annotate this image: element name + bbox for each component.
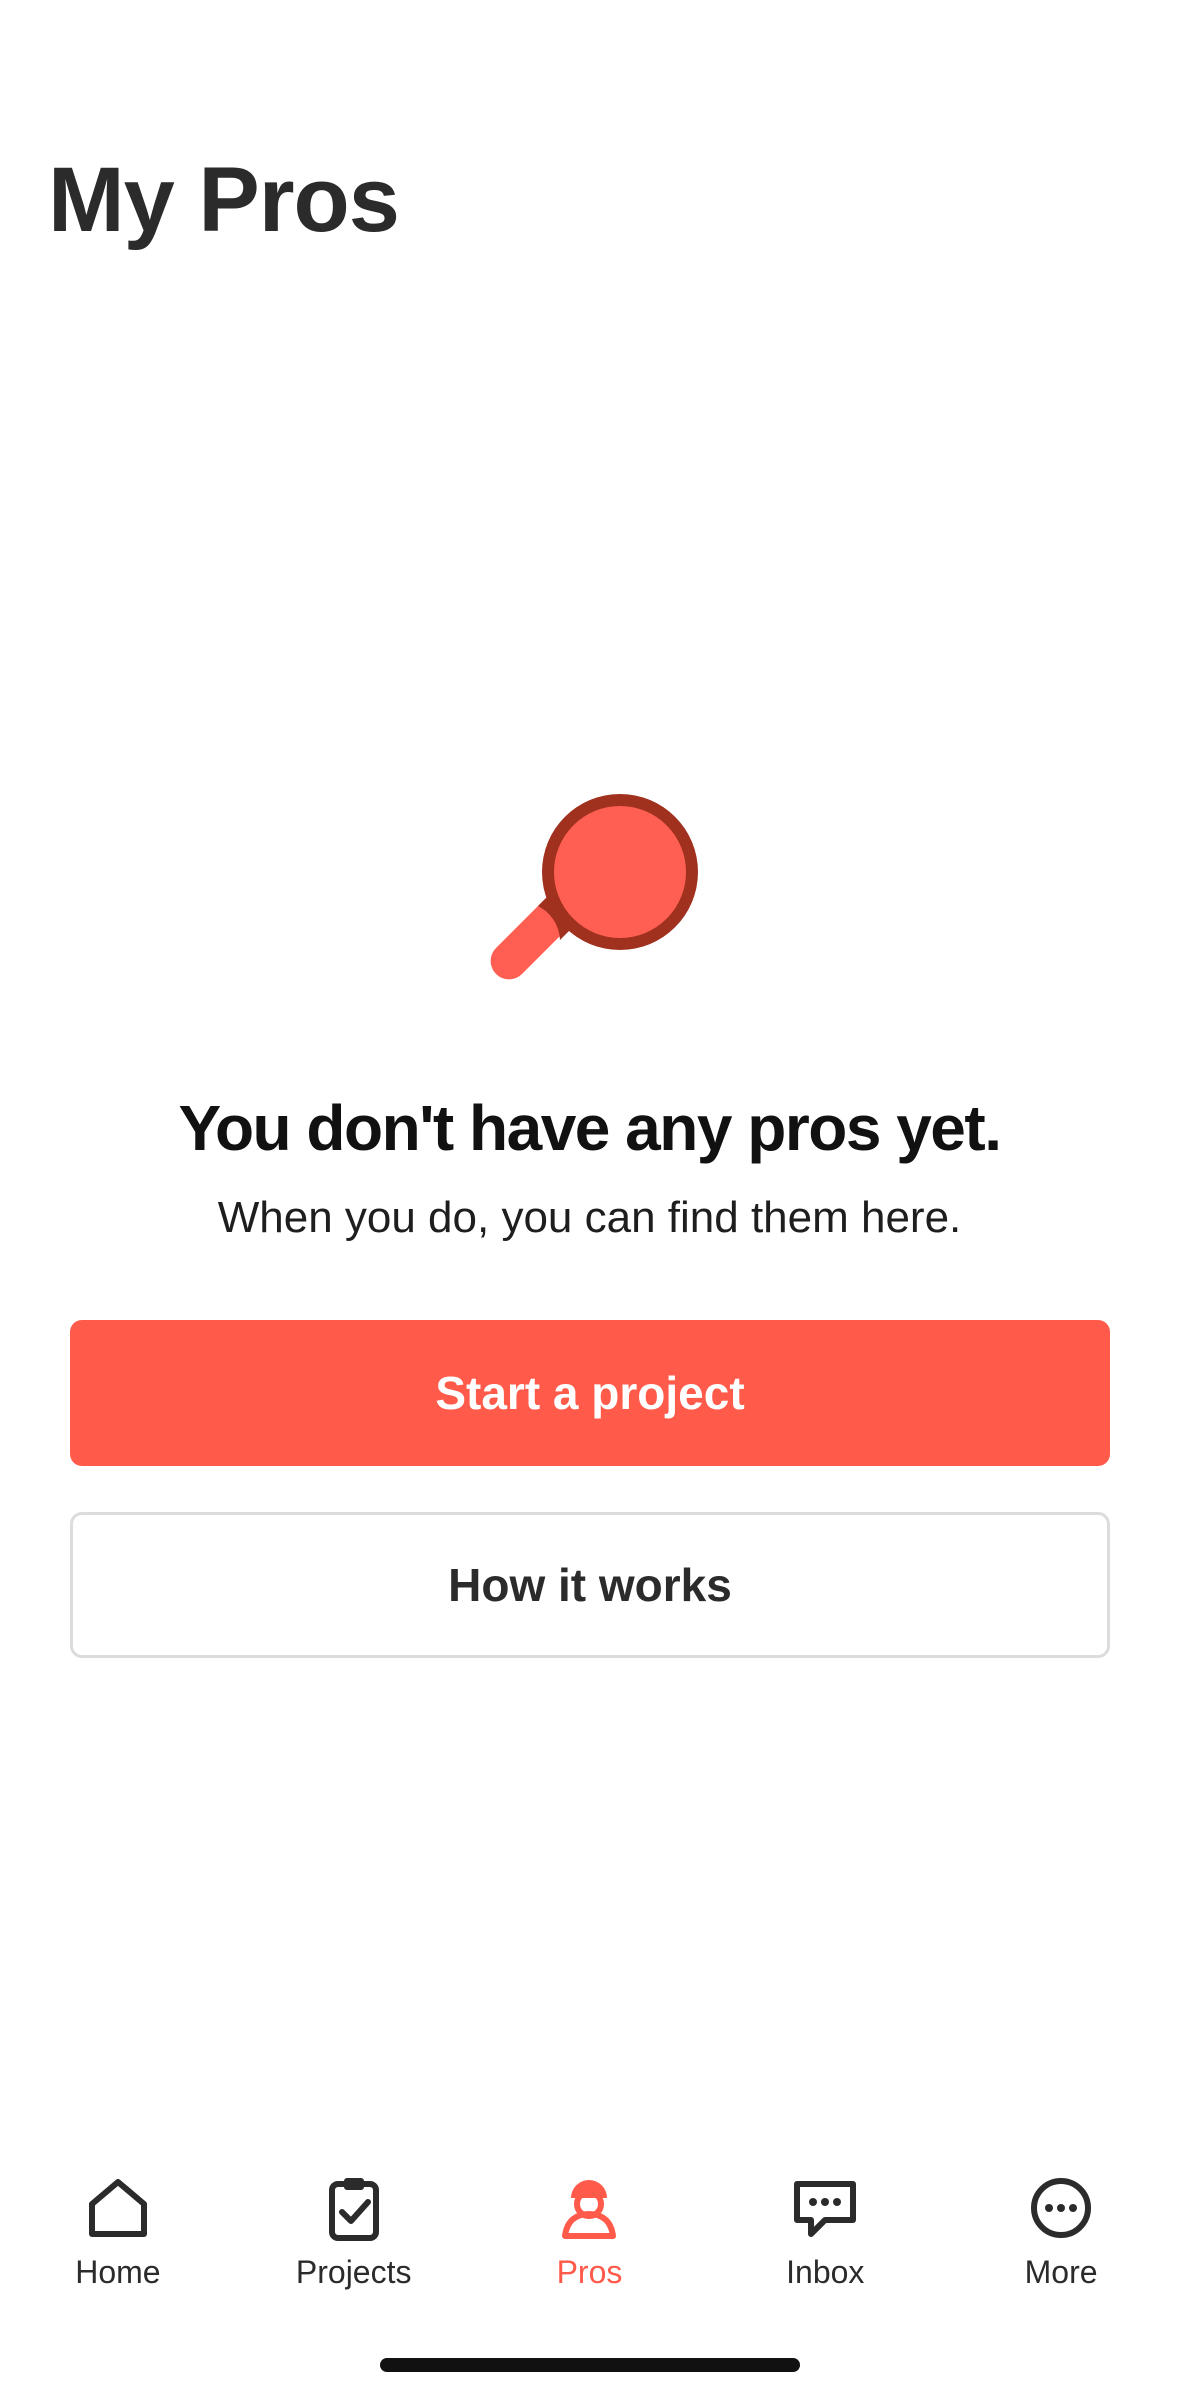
magnifying-glass-icon <box>490 794 698 980</box>
tab-inbox-label: Inbox <box>786 2254 865 2290</box>
page-title: My Pros <box>48 149 400 251</box>
tab-pros[interactable]: Pros <box>479 2150 699 2310</box>
tab-home[interactable]: Home <box>8 2150 228 2310</box>
tab-more-label: More <box>1024 2254 1098 2290</box>
more-dots-icon <box>1031 2178 1092 2238</box>
home-icon <box>88 2179 147 2237</box>
home-indicator[interactable] <box>380 2358 800 2372</box>
tab-bar: Home Projects Pros Inbox More <box>0 2150 1179 2310</box>
empty-state-heading: You don't have any pros yet. <box>178 1092 1002 1164</box>
tab-projects-label: Projects <box>295 2254 412 2290</box>
tab-projects[interactable]: Projects <box>244 2150 464 2310</box>
tab-pros-label: Pros <box>556 2254 623 2290</box>
tab-home-label: Home <box>75 2254 161 2290</box>
clipboard-check-icon <box>328 2178 379 2241</box>
tab-inbox[interactable]: Inbox <box>715 2150 935 2310</box>
how-it-works-button[interactable]: How it works <box>70 1512 1110 1658</box>
chat-bubble-icon <box>794 2181 857 2237</box>
empty-state-subtext: When you do, you can find them here. <box>217 1193 962 1242</box>
pro-person-icon <box>562 2180 617 2239</box>
start-project-button[interactable]: Start a project <box>70 1320 1110 1466</box>
tab-more[interactable]: More <box>951 2150 1171 2310</box>
